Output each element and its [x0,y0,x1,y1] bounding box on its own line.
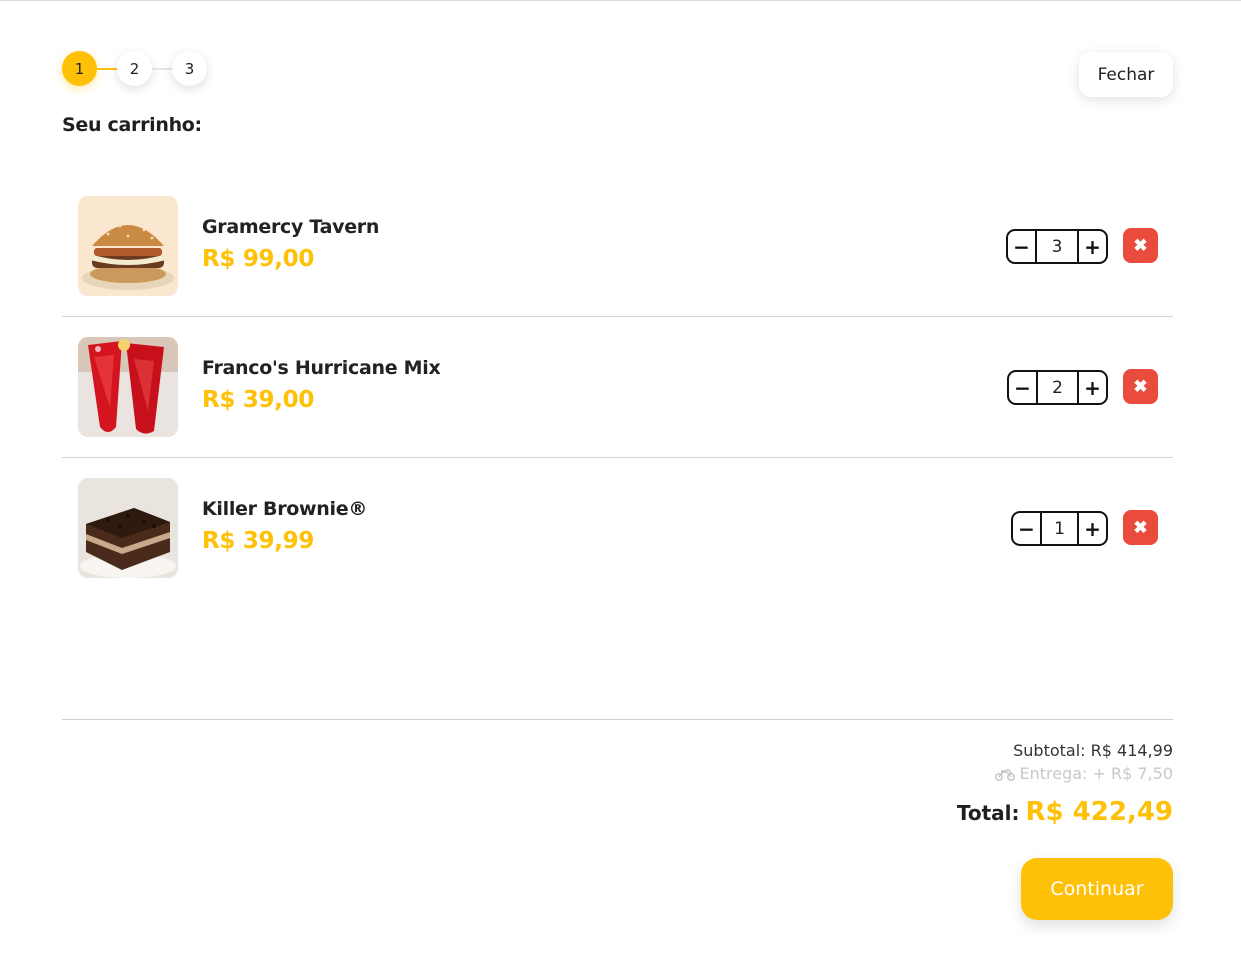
quantity-stepper: − 3 + [1006,229,1108,264]
product-image-burger [78,196,178,296]
remove-item-button[interactable]: ✖ [1123,369,1158,404]
increase-quantity-button[interactable]: + [1077,229,1108,264]
quantity-value: 3 [1037,229,1077,264]
motorcycle-icon [995,767,1016,781]
item-price: R$ 39,00 [202,387,315,413]
subtotal: Subtotal: R$ 414,99 [1013,741,1173,760]
delivery-fee: Entrega: + R$ 7,50 [957,764,1173,783]
summary-divider [62,719,1173,720]
decrease-quantity-button[interactable]: − [1006,229,1037,264]
step-connector [97,67,117,70]
step-1[interactable]: 1 [62,51,97,86]
step-2[interactable]: 2 [117,51,152,86]
cart-item: Killer Brownie® R$ 39,99 − 1 + ✖ [62,458,1173,599]
item-price: R$ 99,00 [202,246,315,272]
checkout-stepper: 1 2 3 [62,51,207,86]
top-divider [0,0,1241,1]
cart-item: Gramercy Tavern R$ 99,00 − 3 + ✖ [62,176,1173,317]
cart-item: Franco's Hurricane Mix R$ 39,00 − 2 + ✖ [62,317,1173,458]
item-name: Gramercy Tavern [202,216,380,238]
step-connector [152,67,172,70]
quantity-stepper: − 2 + [1007,370,1108,405]
increase-quantity-button[interactable]: + [1077,511,1108,546]
total-label: Total: [956,801,1020,825]
quantity-value: 2 [1038,370,1077,405]
delivery-fee-text: Entrega: + R$ 7,50 [1019,764,1173,783]
product-image-brownie [78,478,178,578]
close-icon: ✖ [1133,517,1148,537]
quantity-value: 1 [1042,511,1077,546]
remove-item-button[interactable]: ✖ [1123,510,1158,545]
step-3[interactable]: 3 [172,51,207,86]
decrease-quantity-button[interactable]: − [1011,511,1042,546]
item-name: Franco's Hurricane Mix [202,357,441,379]
cart-title: Seu carrinho: [62,114,202,136]
total-value: R$ 422,49 [1025,797,1174,827]
item-name: Killer Brownie® [202,498,368,520]
quantity-stepper: − 1 + [1011,511,1108,546]
order-summary: Subtotal: R$ 414,99 Entrega: + R$ 7,50 T… [957,741,1173,827]
close-icon: ✖ [1133,235,1148,255]
product-image-red-drinks [78,337,178,437]
continue-button[interactable]: Continuar [1021,858,1173,920]
increase-quantity-button[interactable]: + [1077,370,1108,405]
close-icon: ✖ [1133,376,1148,396]
close-button[interactable]: Fechar [1079,52,1173,97]
total: Total: R$ 422,49 [957,797,1173,827]
remove-item-button[interactable]: ✖ [1123,228,1158,263]
item-price: R$ 39,99 [202,528,315,554]
cart-list: Gramercy Tavern R$ 99,00 − 3 + ✖ Franco'… [62,176,1173,599]
decrease-quantity-button[interactable]: − [1007,370,1038,405]
